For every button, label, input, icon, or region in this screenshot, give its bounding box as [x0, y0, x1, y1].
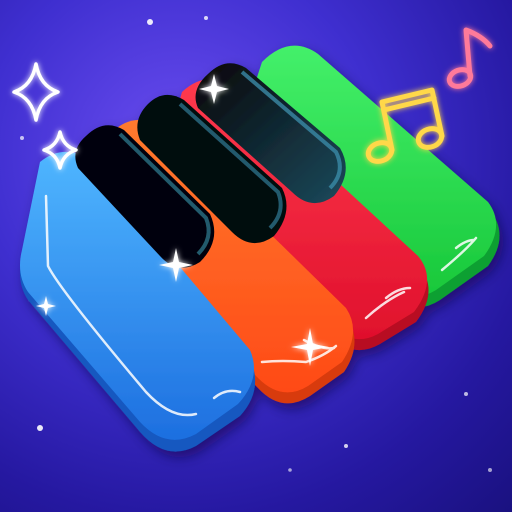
pink-note: [446, 27, 493, 89]
piano-keys-icon: [20, 45, 500, 452]
app-icon[interactable]: [0, 0, 512, 512]
piano-artwork: [12, 16, 500, 472]
music-notes-icon: [365, 27, 493, 164]
